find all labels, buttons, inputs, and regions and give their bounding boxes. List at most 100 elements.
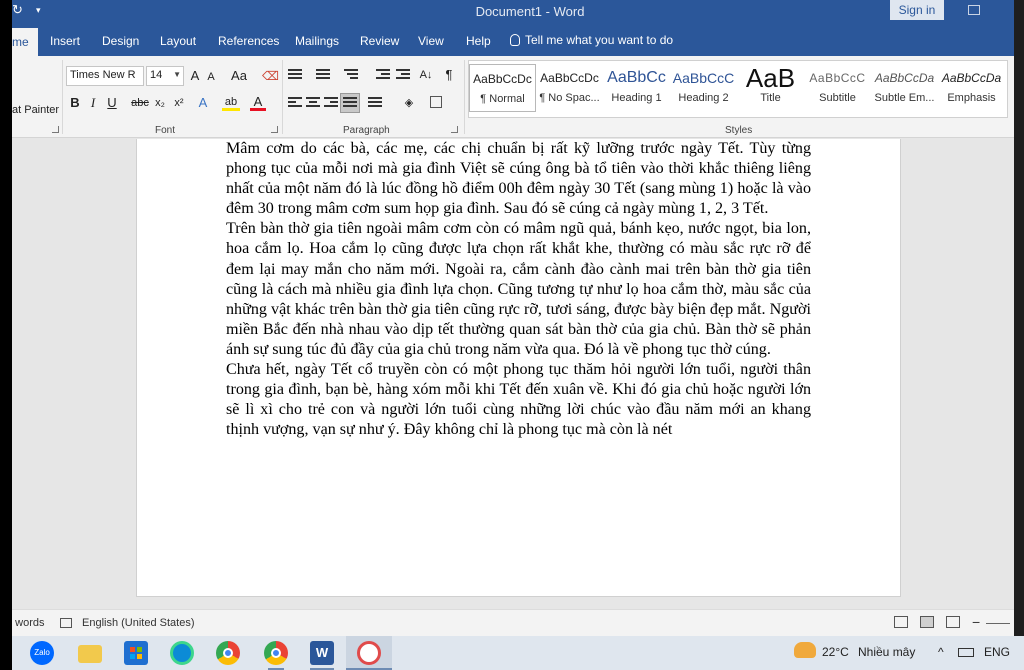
screen: ↻ ▾ Document1 - Word Sign in me Insert D… <box>0 0 1024 670</box>
tab-insert[interactable]: Insert <box>50 34 80 48</box>
style-emphasis[interactable]: AaBbCcDa Emphasis <box>938 64 1005 112</box>
subscript-button[interactable]: x₂ <box>152 94 168 112</box>
bold-button[interactable]: B <box>68 94 82 112</box>
style-subtitle[interactable]: AaBbCcC Subtitle <box>804 64 871 112</box>
battery-icon[interactable] <box>958 648 974 657</box>
separator <box>282 60 283 134</box>
tab-review[interactable]: Review <box>360 34 399 48</box>
grow-font-button[interactable]: A <box>188 67 202 85</box>
justify-icon <box>343 97 357 109</box>
tell-me-label: Tell me what you want to do <box>525 33 674 47</box>
tab-home[interactable]: me <box>12 28 38 56</box>
superscript-button[interactable]: x² <box>171 94 187 112</box>
zalo-icon[interactable]: Zalo <box>30 641 54 665</box>
screen-edge <box>1014 0 1024 636</box>
style-heading-2[interactable]: AaBbCcC Heading 2 <box>670 64 737 112</box>
tab-mailings[interactable]: Mailings <box>295 34 339 48</box>
paragraph-launcher-icon[interactable] <box>451 126 458 133</box>
tab-layout[interactable]: Layout <box>160 34 196 48</box>
read-mode-icon[interactable] <box>894 616 908 628</box>
justify-button-active[interactable] <box>340 93 360 113</box>
chevron-down-icon: ▼ <box>173 70 181 79</box>
separator <box>464 60 465 134</box>
style-sample: AaBbCcC <box>809 71 866 85</box>
file-explorer-icon[interactable] <box>78 645 102 663</box>
tell-me-search[interactable]: Tell me what you want to do <box>510 33 673 47</box>
format-painter-button[interactable]: at Painter <box>12 104 59 116</box>
style-subtle-emphasis[interactable]: AaBbCcDa Subtle Em... <box>871 64 938 112</box>
style-name: Emphasis <box>947 92 996 104</box>
style-title[interactable]: AaB Title <box>737 64 804 112</box>
align-center-icon[interactable] <box>306 97 320 109</box>
font-name-dropdown[interactable]: Times New R <box>66 66 144 86</box>
align-left-icon[interactable] <box>288 97 302 109</box>
separator <box>62 60 63 134</box>
paragraph[interactable]: Trên bàn thờ gia tiên ngoài mâm cơm còn … <box>226 219 811 360</box>
weather-temperature[interactable]: 22°C <box>822 645 849 659</box>
style-sample: AaBbCcDc <box>473 72 532 86</box>
decrease-indent-icon[interactable] <box>376 69 390 81</box>
print-layout-icon[interactable] <box>920 616 934 628</box>
tray-chevron-icon[interactable]: ^ <box>938 645 944 659</box>
shading-icon[interactable]: ◈ <box>400 94 418 112</box>
style-name: Title <box>760 92 781 104</box>
proofing-icon[interactable] <box>60 618 72 628</box>
screen-edge <box>0 0 12 670</box>
document-area: Mâm cơm do các bà, các mẹ, các chị chuẩn… <box>0 139 1024 609</box>
word-icon[interactable]: W <box>310 641 334 665</box>
style-name: ¶ No Spac... <box>539 92 600 104</box>
style-name: Subtitle <box>819 92 856 104</box>
numbering-icon[interactable] <box>316 69 330 81</box>
change-case-button[interactable]: Aa <box>228 67 250 85</box>
weather-cloud-icon[interactable] <box>794 642 816 658</box>
font-launcher-icon[interactable] <box>271 126 278 133</box>
microsoft-store-icon[interactable] <box>124 641 148 665</box>
edge-icon[interactable] <box>170 641 194 665</box>
zoom-slider[interactable] <box>986 623 1010 624</box>
sort-button[interactable]: A↓ <box>418 66 434 84</box>
tab-design[interactable]: Design <box>102 34 139 48</box>
borders-icon[interactable] <box>430 96 442 108</box>
snipping-tool-icon[interactable] <box>357 641 381 665</box>
underline-button[interactable]: U <box>105 94 119 112</box>
highlight-button[interactable]: ab <box>222 93 240 111</box>
lightbulb-icon <box>510 34 520 46</box>
chrome-profile-icon[interactable] <box>264 641 288 665</box>
zoom-out-button[interactable]: − <box>972 614 980 630</box>
paragraph[interactable]: Chưa hết, ngày Tết cổ truyền còn có một … <box>226 360 811 440</box>
clear-formatting-icon[interactable]: ⌫ <box>262 67 279 85</box>
style-normal[interactable]: AaBbCcDc ¶ Normal <box>469 64 536 112</box>
shrink-font-button[interactable]: A <box>205 68 217 86</box>
style-name: Heading 1 <box>611 92 662 104</box>
weather-description[interactable]: Nhiều mây <box>858 645 915 659</box>
show-formatting-marks-button[interactable]: ¶ <box>442 66 456 84</box>
increase-indent-icon[interactable] <box>396 69 410 81</box>
status-bar: 6 words English (United States) − <box>0 609 1024 636</box>
style-heading-1[interactable]: AaBbCc Heading 1 <box>603 64 670 112</box>
ribbon-display-options-icon[interactable] <box>968 5 980 15</box>
strikethrough-button[interactable]: abc <box>131 94 149 112</box>
paragraph[interactable]: Mâm cơm do các bà, các mẹ, các chị chuẩn… <box>226 139 811 219</box>
tab-references[interactable]: References <box>218 34 279 48</box>
style-name: ¶ Normal <box>480 93 525 105</box>
multilevel-list-icon[interactable] <box>344 69 358 81</box>
align-right-icon[interactable] <box>324 97 338 109</box>
tab-help[interactable]: Help <box>466 34 491 48</box>
font-size-dropdown[interactable]: 14 ▼ <box>146 66 184 86</box>
text-effects-button[interactable]: A <box>195 94 211 112</box>
style-no-spacing[interactable]: AaBbCcDc ¶ No Spac... <box>536 64 603 112</box>
clipboard-launcher-icon[interactable] <box>52 126 59 133</box>
style-sample: AaBbCcDc <box>540 71 599 85</box>
language-status[interactable]: English (United States) <box>82 617 195 629</box>
input-language[interactable]: ENG <box>984 645 1010 659</box>
document-body[interactable]: Mâm cơm do các bà, các mẹ, các chị chuẩn… <box>226 139 811 440</box>
sign-in-button[interactable]: Sign in <box>890 0 944 20</box>
tab-view[interactable]: View <box>418 34 444 48</box>
bullets-icon[interactable] <box>288 69 302 81</box>
font-color-button[interactable]: A <box>250 93 266 111</box>
web-layout-icon[interactable] <box>946 616 960 628</box>
line-spacing-icon[interactable] <box>368 97 382 109</box>
chrome-icon[interactable] <box>216 641 240 665</box>
italic-button[interactable]: I <box>87 94 99 112</box>
document-title: Document1 - Word <box>475 4 585 19</box>
